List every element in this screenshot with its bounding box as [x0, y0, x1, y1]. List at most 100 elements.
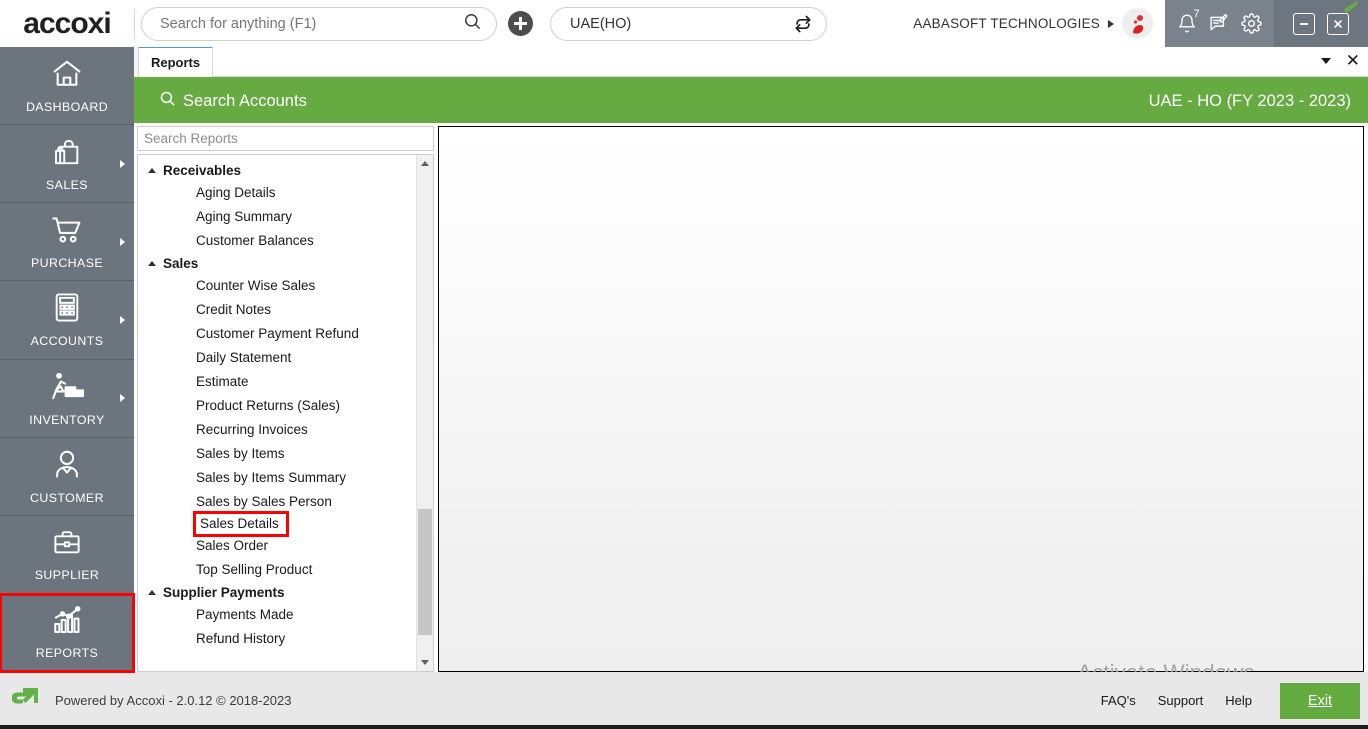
application-window: accoxi UAE(HO): [0, 0, 1368, 729]
tree-item-refund-history[interactable]: Refund History: [138, 627, 416, 651]
tab-bar-empty-space: [213, 46, 1368, 77]
bell-icon[interactable]: 7: [1177, 8, 1200, 34]
exit-button-label: Exit: [1307, 692, 1333, 709]
caret-up-icon[interactable]: [148, 168, 156, 173]
chevron-right-icon: [120, 237, 125, 246]
accoxi-arrow-logo-icon: [11, 683, 42, 718]
chevron-down-icon[interactable]: [1320, 57, 1331, 64]
tab-reports[interactable]: Reports: [138, 46, 214, 77]
sidebar-item-sales[interactable]: SALES: [0, 125, 134, 204]
sidebar-item-label: SUPPLIER: [34, 567, 100, 582]
chevron-right-icon: [120, 159, 125, 168]
organization-name: AABASOFT TECHNOLOGIES: [913, 16, 1100, 31]
bar-chart-icon: [48, 604, 86, 641]
page-header: Search Accounts UAE - HO (FY 2023 - 2023…: [134, 79, 1368, 123]
scroll-down-arrow-icon[interactable]: [416, 654, 433, 671]
company-fiscal-context: UAE - HO (FY 2023 - 2023): [1148, 91, 1351, 110]
avatar[interactable]: [1122, 8, 1153, 39]
notification-count-badge: 7: [1193, 8, 1200, 20]
sidebar-item-supplier[interactable]: SUPPLIER: [0, 516, 134, 594]
page-title: Search Accounts: [183, 91, 307, 110]
tree-group-label: Supplier Payments: [163, 585, 285, 600]
topbar-icon-group: 7: [1165, 0, 1274, 47]
tree-item-customer-balances[interactable]: Customer Balances: [138, 229, 416, 253]
add-new-button[interactable]: [508, 11, 533, 36]
tree-item-payments-made[interactable]: Payments Made: [138, 603, 416, 627]
chevron-right-icon: [120, 315, 125, 324]
search-icon[interactable]: [463, 12, 482, 36]
sidebar-item-label: ACCOUNTS: [30, 334, 104, 349]
bottom-strip: [0, 725, 1368, 729]
tree-item-counter-wise-sales[interactable]: Counter Wise Sales: [138, 274, 416, 298]
search-icon[interactable]: [159, 90, 176, 112]
search-reports-input[interactable]: [144, 131, 427, 146]
tree-item-sales-order[interactable]: Sales Order: [138, 534, 416, 558]
scrollbar-track[interactable]: [417, 172, 433, 654]
app-logo-text: accoxi: [23, 6, 111, 40]
tree-item-recurring-invoices[interactable]: Recurring Invoices: [138, 418, 416, 442]
footer-link-support[interactable]: Support: [1158, 693, 1204, 708]
tree-group-receivables[interactable]: Receivables: [138, 160, 416, 181]
sidebar-item-label: REPORTS: [35, 646, 99, 661]
warehouse-worker-icon: [46, 370, 88, 408]
tree-item-sales-by-items-summary[interactable]: Sales by Items Summary: [138, 466, 416, 490]
sidebar-item-label: CUSTOMER: [30, 490, 104, 505]
tab-label: Reports: [151, 55, 201, 70]
scrollbar-thumb[interactable]: [418, 509, 432, 635]
footer: Powered by Accoxi - 2.0.12 © 2018-2023 F…: [0, 672, 1368, 729]
app-logo: accoxi: [0, 0, 1357, 47]
reports-tree: Receivables Aging Details Aging Summary Cus…: [138, 155, 416, 671]
caret-up-icon[interactable]: [148, 261, 156, 266]
shopping-bag-icon: [49, 135, 85, 173]
sidebar-item-accounts[interactable]: ACCOUNTS: [0, 281, 134, 360]
tree-item-sales-details[interactable]: Sales Details: [193, 511, 289, 537]
powered-by-text: Powered by Accoxi - 2.0.12 © 2018-2023: [55, 693, 292, 708]
tree-item-aging-details[interactable]: Aging Details: [138, 181, 416, 205]
sidebar-item-reports[interactable]: REPORTS: [0, 592, 135, 674]
tree-item-sales-by-sales-person[interactable]: Sales by Sales Person: [138, 490, 416, 514]
footer-link-faqs[interactable]: FAQ's: [1101, 693, 1136, 708]
tree-item-aging-summary[interactable]: Aging Summary: [138, 205, 416, 229]
tab-tools: ✕: [1320, 52, 1360, 69]
gear-icon[interactable]: [1241, 13, 1263, 34]
minimize-icon[interactable]: [1293, 12, 1315, 35]
report-display-panel: [438, 126, 1364, 672]
sidebar-item-label: INVENTORY: [29, 412, 105, 427]
close-icon[interactable]: ✕: [1346, 52, 1360, 69]
scroll-up-arrow-icon[interactable]: [416, 155, 433, 172]
tree-item-customer-payment-refund[interactable]: Customer Payment Refund: [138, 322, 416, 346]
global-search[interactable]: [141, 6, 497, 41]
sidebar-item-purchase[interactable]: PURCHASE: [0, 203, 134, 282]
tree-group-sales[interactable]: Sales: [138, 253, 416, 274]
logo-divider: [134, 8, 135, 39]
sidebar-item-label: DASHBOARD: [25, 100, 109, 115]
tree-item-daily-statement[interactable]: Daily Statement: [138, 346, 416, 370]
body-row: DASHBOARD SALES PURCHASE ACCOUNTS INVENT…: [0, 46, 1368, 704]
person-icon: [51, 448, 83, 486]
tree-group-label: Receivables: [163, 163, 242, 178]
search-reports-field[interactable]: [137, 126, 434, 151]
footer-link-help[interactable]: Help: [1225, 693, 1252, 708]
organization-selector[interactable]: AABASOFT TECHNOLOGIES: [913, 0, 1165, 47]
swap-branch-icon[interactable]: [793, 14, 813, 34]
search-input[interactable]: [160, 15, 463, 32]
sidebar-item-customer[interactable]: CUSTOMER: [0, 438, 134, 516]
tree-item-estimate[interactable]: Estimate: [138, 370, 416, 394]
tab-bar: Reports ✕: [134, 46, 1368, 79]
tree-group-supplier-payments[interactable]: Supplier Payments: [138, 582, 416, 603]
tree-item-credit-notes[interactable]: Credit Notes: [138, 298, 416, 322]
exit-button[interactable]: Exit: [1280, 682, 1360, 719]
feedback-icon[interactable]: [1208, 13, 1230, 34]
caret-up-icon[interactable]: [148, 590, 156, 595]
tree-item-top-selling-product[interactable]: Top Selling Product: [138, 558, 416, 582]
branch-label: UAE(HO): [570, 15, 632, 32]
sidebar-item-inventory[interactable]: INVENTORY: [0, 360, 134, 438]
branch-selector[interactable]: UAE(HO): [550, 6, 827, 41]
reports-tree-scrollbar[interactable]: [416, 155, 433, 671]
tree-item-sales-by-items[interactable]: Sales by Items: [138, 442, 416, 466]
close-icon[interactable]: [1327, 12, 1349, 35]
work-area: ReceivablesAging DetailsAging SummaryCus…: [134, 123, 1368, 672]
tree-item-product-returns-sales-[interactable]: Product Returns (Sales): [138, 394, 416, 418]
sidebar-item-dashboard[interactable]: DASHBOARD: [0, 47, 134, 126]
tree-group-label: Sales: [163, 256, 199, 271]
